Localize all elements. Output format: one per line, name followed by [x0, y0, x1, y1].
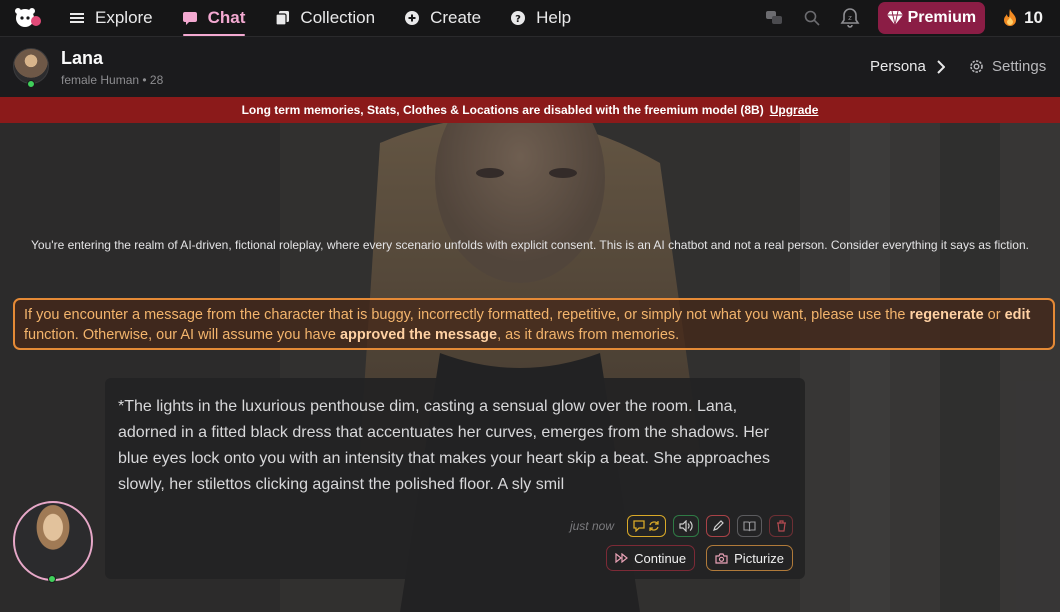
notice-regenerate-term: regenerate [909, 307, 984, 323]
plus-circle-icon [405, 11, 420, 25]
book-icon [743, 520, 756, 531]
nav-create[interactable]: Create [405, 0, 481, 36]
persona-label: Persona [870, 58, 926, 75]
nav-chat-label: Chat [207, 8, 246, 27]
character-header: Lana female Human • 28 Persona Settings [0, 36, 1060, 97]
picturize-label: Picturize [734, 550, 784, 566]
chat-area: You're entering the realm of AI-driven, … [0, 123, 1060, 612]
premium-label: Premium [907, 9, 977, 26]
fiction-disclaimer: You're entering the realm of AI-driven, … [31, 238, 1029, 252]
persona-link[interactable]: Persona [870, 58, 945, 75]
refresh-icon [649, 521, 659, 531]
freemium-banner: Long term memories, Stats, Clothes & Loc… [0, 97, 1060, 123]
coin-balance[interactable]: 10 [1002, 8, 1043, 28]
premium-button[interactable]: Premium [877, 2, 986, 34]
flame-icon [1002, 9, 1018, 27]
list-icon [70, 11, 84, 25]
upgrade-link[interactable]: Upgrade [770, 103, 819, 117]
character-chat-avatar[interactable] [13, 501, 93, 581]
notice-text-1: If you encounter a message from the char… [24, 307, 910, 323]
nav-collection[interactable]: Collection [275, 0, 375, 36]
collection-icon [275, 11, 289, 25]
settings-label: Settings [992, 58, 1047, 75]
edit-button[interactable] [706, 515, 730, 537]
top-nav: Explore Chat Collection Create ? Help z [0, 0, 1060, 36]
online-status-dot [27, 80, 35, 88]
fast-forward-icon [615, 553, 629, 563]
nav-explore[interactable]: Explore [70, 0, 153, 36]
help-circle-icon: ? [511, 11, 526, 25]
character-message: *The lights in the luxurious penthouse d… [105, 378, 805, 579]
speech-bubble-icon [633, 520, 645, 532]
banner-text: Long term memories, Stats, Clothes & Loc… [241, 103, 764, 117]
speak-button[interactable] [673, 515, 699, 537]
nav-help-label: Help [536, 8, 572, 27]
regenerate-button[interactable] [627, 515, 666, 537]
diamond-icon [886, 11, 903, 25]
nav-help[interactable]: ? Help [511, 0, 571, 36]
memory-book-button[interactable] [737, 515, 762, 537]
notice-text-2: or [983, 307, 1005, 323]
logo-icon[interactable] [14, 7, 42, 29]
chat-bubble-icon [182, 11, 197, 25]
character-meta: female Human • 28 [61, 73, 164, 87]
nav-right: z Premium 10 [764, 0, 1060, 36]
online-status-dot [48, 575, 56, 583]
regenerate-notice: If you encounter a message from the char… [13, 298, 1055, 350]
camera-icon [715, 552, 728, 564]
nav-chat[interactable]: Chat [182, 0, 246, 36]
chevron-right-icon [936, 59, 945, 74]
character-name: Lana [61, 48, 104, 68]
notice-text-3: function. Otherwise, our AI will assume … [24, 327, 340, 343]
message-buttons: Continue Picturize [595, 545, 793, 571]
continue-button[interactable]: Continue [606, 545, 696, 571]
gear-icon [968, 58, 985, 75]
message-text: *The lights in the luxurious penthouse d… [118, 398, 770, 493]
coin-count: 10 [1024, 8, 1043, 27]
svg-text:?: ? [515, 14, 521, 25]
character-avatar[interactable] [13, 48, 49, 84]
continue-label: Continue [634, 550, 687, 566]
picturize-button[interactable]: Picturize [706, 545, 793, 571]
trash-icon [776, 520, 786, 532]
speaker-icon [679, 520, 693, 532]
notice-edit-term: edit [1004, 307, 1031, 323]
language-icon[interactable] [764, 8, 784, 28]
nav-create-label: Create [430, 8, 482, 27]
search-icon[interactable] [802, 8, 822, 28]
svg-text:z: z [848, 14, 852, 22]
message-timestamp: just now [569, 519, 614, 533]
notice-approved-term: approved the message [339, 327, 498, 343]
delete-button[interactable] [769, 515, 793, 537]
settings-link[interactable]: Settings [968, 58, 1046, 75]
notice-text-4: , as it draws from memories. [497, 327, 680, 343]
bell-icon[interactable]: z [840, 8, 860, 28]
nav-collection-label: Collection [300, 8, 376, 27]
message-actions: just now [570, 515, 793, 537]
pencil-icon [713, 520, 724, 531]
nav-explore-label: Explore [95, 8, 153, 27]
